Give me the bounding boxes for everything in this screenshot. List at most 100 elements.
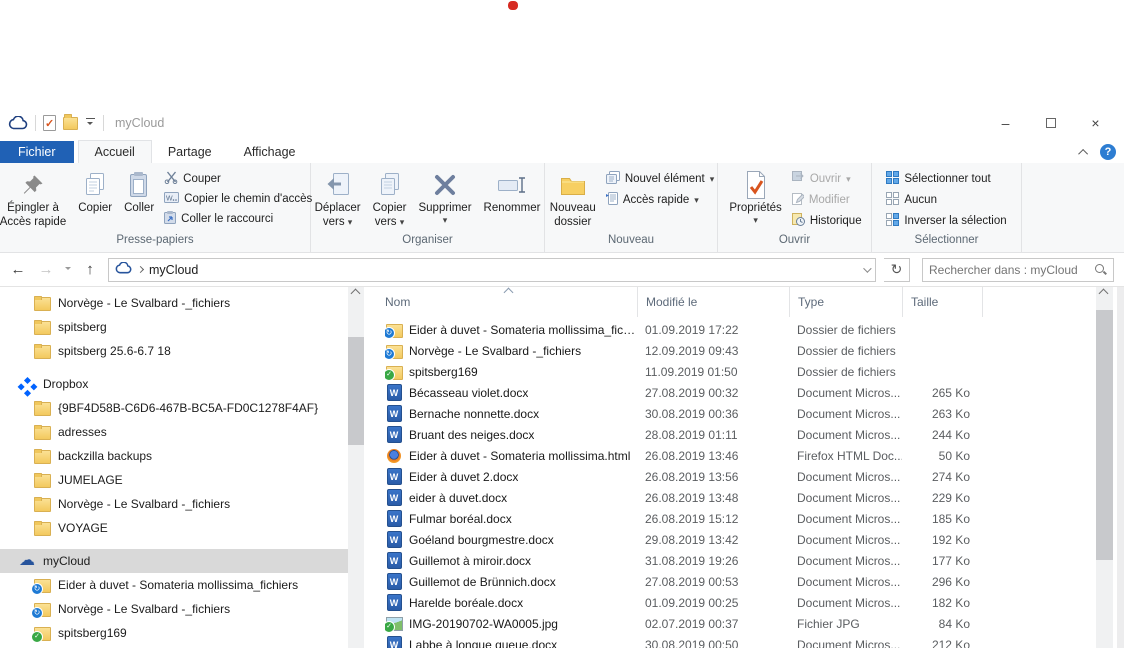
search-input[interactable]: [929, 263, 1094, 277]
new-folder-button[interactable]: Nouveau dossier: [545, 166, 601, 229]
firefox-html-icon: [385, 447, 403, 464]
tree-item[interactable]: Dropbox: [0, 372, 348, 396]
tree-item[interactable]: spitsberg 25.6-6.7 18: [0, 339, 348, 363]
scroll-up-icon[interactable]: [351, 289, 361, 299]
tab-affichage[interactable]: Affichage: [228, 141, 312, 163]
new-item-button[interactable]: Nouvel élément ▾: [603, 170, 717, 188]
window-edge: [1117, 287, 1124, 648]
copy-to-button[interactable]: Copier vers ▾: [368, 166, 412, 229]
tree-item[interactable]: spitsberg169: [0, 621, 348, 645]
sidebar-scrollbar[interactable]: [348, 287, 364, 648]
file-row[interactable]: Harelde boréale.docx 01.09.2019 00:25 Do…: [365, 592, 1096, 613]
move-to-button[interactable]: Déplacer vers ▾: [310, 166, 366, 229]
breadcrumb-chevron-icon[interactable]: [137, 266, 144, 273]
select-all-button[interactable]: Sélectionner tout: [883, 170, 1009, 188]
file-type: Document Micros...: [789, 386, 902, 400]
tree-item[interactable]: Norvège - Le Svalbard -_fichiers: [0, 597, 348, 621]
file-type: Document Micros...: [789, 470, 902, 484]
column-header-type[interactable]: Type: [789, 287, 902, 317]
tree-item[interactable]: spitsberg: [0, 315, 348, 339]
tree-item[interactable]: JUMELAGE: [0, 468, 348, 492]
file-row[interactable]: Fulmar boréal.docx 26.08.2019 15:12 Docu…: [365, 508, 1096, 529]
file-size: 212 Ko: [902, 638, 982, 648]
scrollbar-thumb[interactable]: [1096, 310, 1113, 560]
file-row[interactable]: IMG-20190702-WA0005.jpg 02.07.2019 00:37…: [365, 613, 1096, 634]
paste-button[interactable]: Coller: [119, 166, 159, 215]
file-row[interactable]: spitsberg169 11.09.2019 01:50 Dossier de…: [365, 361, 1096, 382]
tree-item[interactable]: Eider à duvet - Somateria mollissima_fic…: [0, 573, 348, 597]
file-row[interactable]: Bruant des neiges.docx 28.08.2019 01:11 …: [365, 424, 1096, 445]
folder-icon: [33, 448, 51, 465]
paste-shortcut-button[interactable]: Coller le raccourci: [161, 210, 315, 228]
address-dropdown-icon[interactable]: [863, 264, 871, 272]
search-icon[interactable]: [1094, 263, 1107, 276]
tree-item[interactable]: adresses: [0, 420, 348, 444]
file-row[interactable]: Eider à duvet 2.docx 26.08.2019 13:56 Do…: [365, 466, 1096, 487]
file-row[interactable]: Bécasseau violet.docx 27.08.2019 00:32 D…: [365, 382, 1096, 403]
cloud-icon: [18, 553, 36, 570]
copy-path-button[interactable]: W Copier le chemin d'accès: [161, 191, 315, 207]
file-row[interactable]: Labbe à longue queue.docx 30.08.2019 00:…: [365, 634, 1096, 648]
file-size: 192 Ko: [902, 533, 982, 547]
tree-item[interactable]: VOYAGE: [0, 516, 348, 540]
scroll-up-icon[interactable]: [1099, 289, 1109, 299]
file-row[interactable]: Guillemot de Brünnich.docx 27.08.2019 00…: [365, 571, 1096, 592]
search-box[interactable]: [922, 258, 1114, 282]
minimize-icon[interactable]: –: [983, 108, 1028, 138]
tree-item[interactable]: Norvège - Le Svalbard -_fichiers: [0, 291, 348, 315]
tree-item[interactable]: myCloud: [0, 549, 348, 573]
delete-button[interactable]: Supprimer ▾: [413, 166, 476, 224]
close-icon[interactable]: ×: [1073, 108, 1118, 138]
column-header-modified[interactable]: Modifié le: [637, 287, 789, 317]
tree-item[interactable]: Norvège - Le Svalbard -_fichiers: [0, 492, 348, 516]
file-row[interactable]: Goéland bourgmestre.docx 29.08.2019 13:4…: [365, 529, 1096, 550]
properties-quick-icon[interactable]: [43, 112, 56, 134]
cut-button[interactable]: Couper: [161, 170, 315, 188]
cloud-icon: [115, 261, 132, 279]
collapse-ribbon-icon[interactable]: [1078, 148, 1088, 158]
column-header-size[interactable]: Taille: [902, 287, 982, 317]
file-row[interactable]: Bernache nonnette.docx 30.08.2019 00:36 …: [365, 403, 1096, 424]
easy-access-button[interactable]: Accès rapide ▾: [603, 191, 717, 209]
history-button[interactable]: Historique: [789, 212, 865, 230]
file-row[interactable]: Norvège - Le Svalbard -_fichiers 12.09.2…: [365, 340, 1096, 361]
tree-item[interactable]: {9BF4D58B-C6D6-467B-BC5A-FD0C1278F4AF}: [0, 396, 348, 420]
file-list-scrollbar[interactable]: [1096, 287, 1113, 648]
recent-locations-dropdown-icon[interactable]: [64, 266, 72, 274]
up-icon[interactable]: ↑: [80, 261, 100, 278]
file-modified: 26.08.2019 15:12: [637, 512, 789, 526]
select-none-button[interactable]: Aucun: [883, 191, 1009, 209]
scissors-icon: [164, 171, 178, 187]
tab-fichier[interactable]: Fichier: [0, 141, 74, 163]
back-icon[interactable]: ←: [8, 261, 28, 278]
new-folder-quick-icon[interactable]: [63, 112, 78, 134]
tab-partage[interactable]: Partage: [152, 141, 228, 163]
file-row[interactable]: eider à duvet.docx 26.08.2019 13:48 Docu…: [365, 487, 1096, 508]
tree-item-label: backzilla backups: [58, 449, 152, 463]
help-icon[interactable]: ?: [1100, 144, 1116, 160]
folder-icon: [33, 472, 51, 489]
invert-selection-button[interactable]: Inverser la sélection: [883, 212, 1009, 230]
window-controls: – ×: [983, 108, 1118, 138]
pin-to-quick-access-button[interactable]: Épingler à Accès rapide: [0, 166, 71, 229]
file-row[interactable]: Guillemot à miroir.docx 31.08.2019 19:26…: [365, 550, 1096, 571]
tree-item[interactable]: backzilla backups: [0, 444, 348, 468]
column-headers: Nom Modifié le Type Taille: [365, 287, 1096, 317]
address-bar[interactable]: myCloud: [108, 258, 876, 282]
properties-button[interactable]: Propriétés ▾: [724, 166, 786, 224]
file-row[interactable]: Eider à duvet - Somateria mollissima.htm…: [365, 445, 1096, 466]
refresh-icon[interactable]: ↻: [884, 258, 910, 282]
customize-toolbar-dropdown-icon[interactable]: [85, 118, 96, 128]
file-name: Eider à duvet - Somateria mollissima.htm…: [409, 449, 630, 463]
tab-accueil[interactable]: Accueil: [78, 140, 152, 163]
group-label-new: Nouveau: [545, 234, 717, 252]
copy-button[interactable]: Copier: [73, 166, 117, 215]
breadcrumb-mycloud[interactable]: myCloud: [149, 263, 198, 277]
file-name: Bruant des neiges.docx: [409, 428, 534, 442]
maximize-icon[interactable]: [1028, 108, 1073, 138]
file-row[interactable]: Eider à duvet - Somateria mollissima_fic…: [365, 319, 1096, 340]
scrollbar-thumb[interactable]: [348, 337, 364, 445]
history-clock-icon: [792, 213, 805, 229]
rename-button[interactable]: Renommer: [479, 166, 546, 215]
ribbon: Épingler à Accès rapide Copier Coller: [0, 163, 1124, 253]
